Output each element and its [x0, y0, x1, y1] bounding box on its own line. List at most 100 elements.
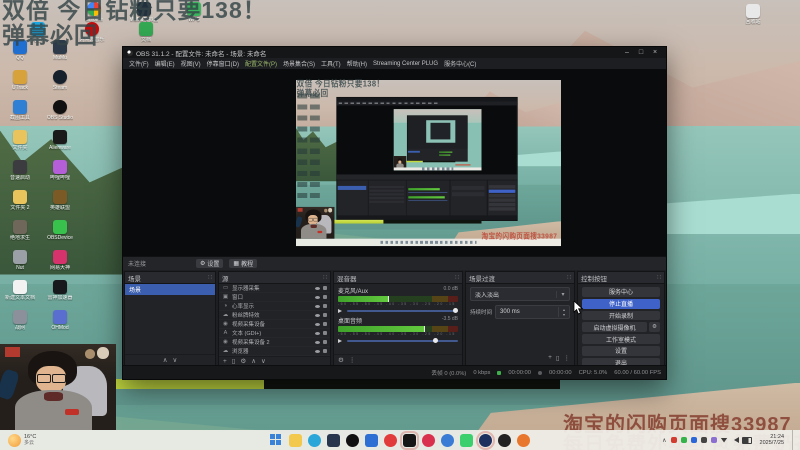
source-row[interactable]: A 文本 (GDI+): [219, 329, 330, 338]
plugin-settings-button[interactable]: ⚙ 设置: [196, 259, 224, 268]
lock-icon[interactable]: [323, 313, 327, 317]
desktop-icon-recycle[interactable]: 回收站: [735, 4, 771, 31]
visibility-icon[interactable]: [315, 295, 320, 299]
source-row[interactable]: ◑ 心率显示: [219, 302, 330, 311]
menu-tools[interactable]: 工具(T): [321, 59, 341, 68]
menu-file[interactable]: 文件(F): [129, 59, 149, 68]
start-button[interactable]: [270, 433, 283, 447]
transition-more-button[interactable]: ⋮: [564, 354, 571, 362]
tray-app-icon[interactable]: [690, 437, 697, 443]
edge-icon[interactable]: [308, 433, 321, 447]
menu-profile[interactable]: 配置文件(P): [245, 59, 277, 68]
show-desktop-button[interactable]: [792, 430, 796, 450]
menu-docks[interactable]: 停靠窗口(D): [207, 59, 239, 68]
scene-move-down-button[interactable]: ∨: [173, 356, 178, 364]
add-source-button[interactable]: +: [223, 358, 227, 365]
taskbar-app-icon[interactable]: [498, 433, 511, 447]
visibility-icon[interactable]: [315, 286, 320, 290]
desktop-icon[interactable]: Steam: [42, 70, 78, 97]
obs-titlebar[interactable]: OBS 31.1.2 - 配置文件: 未命名 - 场景: 未命名 – □ ×: [123, 47, 666, 58]
desktop-icon[interactable]: 战网: [2, 310, 38, 337]
taskbar-app-icon[interactable]: [517, 433, 530, 447]
minimize-button[interactable]: –: [620, 49, 634, 56]
tray-app-icon[interactable]: [700, 437, 707, 443]
menu-help[interactable]: 帮助(H): [347, 59, 367, 68]
taskbar-clock[interactable]: 21:24 2025/7/25: [756, 434, 788, 447]
taskbar-app-icon[interactable]: [422, 433, 435, 447]
menu-scene-collection[interactable]: 场景集合(S): [283, 59, 315, 68]
desktop-icon[interactable]: 网易大神: [42, 250, 78, 277]
lock-icon[interactable]: [323, 304, 327, 308]
speaker-icon[interactable]: [338, 308, 344, 313]
obs-taskbar-icon[interactable]: [400, 430, 419, 450]
dock-menu-icon[interactable]: ∷: [323, 274, 327, 281]
desktop-icon[interactable]: 哔哩哔哩: [42, 160, 78, 187]
system-indicators[interactable]: [720, 436, 752, 444]
source-row[interactable]: ☁ 粉丝牌特效: [219, 311, 330, 320]
desktop-icon[interactable]: UTrack: [2, 70, 38, 97]
desktop-volume-slider[interactable]: [347, 337, 458, 343]
dock-menu-icon[interactable]: ∷: [208, 274, 212, 281]
speaker-icon[interactable]: [338, 338, 344, 343]
menu-edit[interactable]: 编辑(E): [155, 59, 175, 68]
desktop-icon[interactable]: 英雄联盟: [42, 190, 78, 217]
mic-volume-slider[interactable]: [347, 307, 458, 313]
webcam-window[interactable]: [0, 344, 116, 430]
taskbar-app-icon[interactable]: [346, 433, 359, 447]
tray-app-icon[interactable]: [680, 437, 687, 443]
source-row[interactable]: ◉ 视频采集设备 2: [219, 338, 330, 347]
desktop-icon[interactable]: Alienware: [42, 130, 78, 157]
desktop-icon[interactable]: OBSDevice: [42, 220, 78, 247]
desktop-icon[interactable]: OBS Studio: [42, 100, 78, 127]
desktop-icon[interactable]: 新建文本文档: [2, 280, 38, 307]
source-down-button[interactable]: ∨: [261, 357, 266, 365]
desktop-icon[interactable]: 文件夹: [2, 130, 38, 157]
taskbar-weather-widget[interactable]: 16°C 多云: [0, 433, 158, 447]
lock-icon[interactable]: [323, 340, 327, 344]
dock-menu-icon[interactable]: ∷: [657, 274, 661, 281]
taskbar-app-icon[interactable]: [327, 433, 340, 447]
mixer-more-icon[interactable]: ⋮: [349, 356, 356, 364]
start-virtualcam-button[interactable]: 启动虚拟摄像机: [582, 322, 647, 333]
visibility-icon[interactable]: [315, 331, 320, 335]
lock-icon[interactable]: [323, 286, 327, 290]
stepper-icon[interactable]: ▴ ▾: [558, 307, 569, 317]
desktop-icon[interactable]: OHMod: [42, 310, 78, 337]
stop-streaming-button[interactable]: 停止直播: [582, 298, 660, 309]
tray-app-icon[interactable]: [670, 437, 677, 443]
visibility-icon[interactable]: [315, 322, 320, 326]
visibility-icon[interactable]: [315, 340, 320, 344]
desktop-icon[interactable]: 雷神加速器: [42, 280, 78, 307]
duration-input[interactable]: 300 ms ▴ ▾: [495, 305, 570, 319]
taskbar-app-icon[interactable]: [441, 433, 454, 447]
menu-streaming-center[interactable]: Streaming Center PLUG: [373, 61, 438, 67]
desktop-icon[interactable]: 音速启动: [2, 160, 38, 187]
desktop-icon[interactable]: Nut: [2, 250, 38, 277]
start-recording-button[interactable]: 开始录制: [582, 310, 660, 321]
desktop-icon[interactable]: 文件夹 2: [2, 190, 38, 217]
dock-menu-icon[interactable]: ∷: [455, 274, 459, 281]
menu-service-center[interactable]: 服务中心(C): [444, 59, 476, 68]
lock-icon[interactable]: [323, 295, 327, 299]
lock-icon[interactable]: [323, 349, 327, 353]
scene-move-up-button[interactable]: ∧: [163, 356, 168, 364]
menu-view[interactable]: 视图(V): [181, 59, 201, 68]
remove-source-button[interactable]: ▯: [232, 357, 236, 365]
source-up-button[interactable]: ∧: [251, 357, 256, 365]
tray-app-icon[interactable]: [710, 437, 717, 443]
desktop-icon[interactable]: 截图工具: [2, 100, 38, 127]
taskbar-app-icon[interactable]: [384, 433, 397, 447]
mixer-settings-icon[interactable]: ⚙: [338, 356, 344, 364]
taskbar-app-icon[interactable]: [365, 433, 378, 447]
close-button[interactable]: ×: [648, 49, 662, 56]
remove-transition-button[interactable]: ▯: [556, 354, 560, 362]
obs-preview-canvas[interactable]: 双倍 今日钻粉只要138！ 弹幕必回 淘宝的闪购页面搜33987: [123, 69, 666, 256]
source-row[interactable]: ▣ 窗口: [219, 293, 330, 302]
wechat-icon[interactable]: [460, 433, 473, 447]
source-properties-button[interactable]: ⚙: [240, 357, 246, 365]
transition-select[interactable]: 淡入淡出 ▾: [470, 287, 570, 301]
visibility-icon[interactable]: [315, 304, 320, 308]
source-row[interactable]: ☁ 浏览器: [219, 347, 330, 356]
taskbar-app-icon[interactable]: [476, 430, 495, 450]
settings-button[interactable]: 设置: [582, 345, 660, 356]
